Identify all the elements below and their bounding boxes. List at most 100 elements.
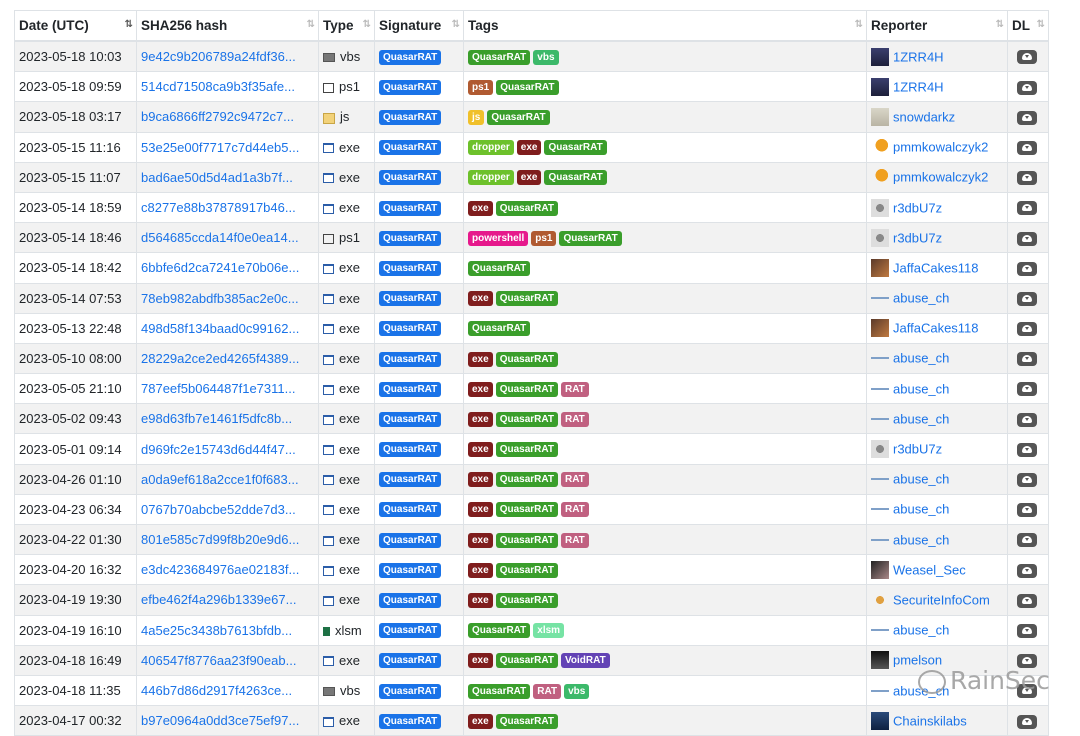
signature-badge[interactable]: QuasarRAT <box>379 713 442 729</box>
sha256-hash-link[interactable]: 28229a2ce2ed4265f4389... <box>141 351 299 366</box>
reporter-link[interactable]: abuse_ch <box>893 532 949 547</box>
signature-badge[interactable]: QuasarRAT <box>379 351 442 367</box>
signature-badge[interactable]: QuasarRAT <box>379 653 442 669</box>
reporter-link[interactable]: 1ZRR4H <box>893 49 944 64</box>
tag-badge[interactable]: QuasarRAT <box>468 623 531 639</box>
tag-badge[interactable]: exe <box>468 532 493 548</box>
reporter-link[interactable]: Weasel_Sec <box>893 562 966 577</box>
reporter-link[interactable]: abuse_ch <box>893 351 949 366</box>
tag-badge[interactable]: QuasarRAT <box>495 472 558 488</box>
sha256-hash-link[interactable]: b97e0964a0dd3ce75ef97... <box>141 713 299 728</box>
col-header-reporter[interactable]: Reporter ⇅ <box>866 10 1008 42</box>
tag-badge[interactable]: QuasarRAT <box>496 79 559 95</box>
tag-badge[interactable]: ps1 <box>531 230 557 246</box>
signature-badge[interactable]: QuasarRAT <box>379 260 442 276</box>
tag-badge[interactable]: exe <box>468 562 493 578</box>
tag-badge[interactable]: QuasarRAT <box>495 381 558 397</box>
tag-badge[interactable]: QuasarRAT <box>495 411 558 427</box>
reporter-link[interactable]: abuse_ch <box>893 291 949 306</box>
sha256-hash-link[interactable]: 446b7d86d2917f4263ce... <box>141 683 292 698</box>
tag-badge[interactable]: QuasarRAT <box>468 49 531 65</box>
tag-badge[interactable]: dropper <box>468 140 514 156</box>
cloud-download-icon[interactable] <box>1017 563 1037 578</box>
tag-badge[interactable]: RAT <box>560 472 589 488</box>
sha256-hash-link[interactable]: d564685ccda14f0e0ea14... <box>141 230 299 245</box>
sha256-hash-link[interactable]: c8277e88b37878917b46... <box>141 200 296 215</box>
col-header-tags[interactable]: Tags ⇅ <box>463 10 867 42</box>
signature-badge[interactable]: QuasarRAT <box>379 140 442 156</box>
reporter-link[interactable]: pmmkowalczyk2 <box>893 140 988 155</box>
tag-badge[interactable]: exe <box>516 170 542 186</box>
col-header-dl[interactable]: DL ⇅ <box>1007 10 1049 42</box>
reporter-link[interactable]: abuse_ch <box>893 411 949 426</box>
signature-badge[interactable]: QuasarRAT <box>379 683 442 699</box>
col-header-signature[interactable]: Signature ⇅ <box>374 10 464 42</box>
cloud-download-icon[interactable] <box>1017 714 1037 729</box>
sort-icon[interactable]: ⇅ <box>363 19 372 30</box>
cloud-download-icon[interactable] <box>1017 201 1037 216</box>
tag-badge[interactable]: QuasarRAT <box>495 532 558 548</box>
reporter-link[interactable]: pmmkowalczyk2 <box>893 170 988 185</box>
sha256-hash-link[interactable]: 78eb982abdfb385ac2e0c... <box>141 291 299 306</box>
signature-badge[interactable]: QuasarRAT <box>379 110 442 125</box>
signature-badge[interactable]: QuasarRAT <box>379 381 442 397</box>
sha256-hash-link[interactable]: 4a5e25c3438b7613bfdb... <box>141 623 292 638</box>
tag-badge[interactable]: vbs <box>533 49 559 65</box>
reporter-link[interactable]: SecuriteInfoCom <box>893 592 990 607</box>
reporter-link[interactable]: JaffaCakes118 <box>893 260 979 275</box>
tag-badge[interactable]: exe <box>468 291 493 307</box>
tag-badge[interactable]: QuasarRAT <box>495 593 558 608</box>
col-header-date[interactable]: Date (UTC) ⇅ <box>14 10 137 42</box>
reporter-link[interactable]: abuse_ch <box>893 623 949 638</box>
sort-icon[interactable]: ⇅ <box>855 19 864 30</box>
tag-badge[interactable]: exe <box>468 653 493 669</box>
sha256-hash-link[interactable]: 6bbfe6d2ca7241e70b06e... <box>141 260 299 275</box>
tag-badge[interactable]: QuasarRAT <box>495 351 558 367</box>
cloud-download-icon[interactable] <box>1017 231 1037 246</box>
cloud-download-icon[interactable] <box>1017 80 1037 95</box>
reporter-link[interactable]: r3dbU7z <box>893 230 942 245</box>
cloud-download-icon[interactable] <box>1017 593 1037 608</box>
tag-badge[interactable]: exe <box>468 351 493 367</box>
tag-badge[interactable]: QuasarRAT <box>495 200 558 216</box>
tag-badge[interactable]: vbs <box>564 683 590 699</box>
signature-badge[interactable]: QuasarRAT <box>379 49 442 65</box>
signature-badge[interactable]: QuasarRAT <box>379 79 442 95</box>
reporter-link[interactable]: Chainskilabs <box>893 713 967 728</box>
tag-badge[interactable]: RAT <box>560 411 589 427</box>
tag-badge[interactable]: RAT <box>533 683 562 699</box>
tag-badge[interactable]: exe <box>468 411 493 427</box>
sha256-hash-link[interactable]: b9ca6866ff2792c9472c7... <box>141 109 294 124</box>
sha256-hash-link[interactable]: e3dc423684976ae02183f... <box>141 562 299 577</box>
sort-icon[interactable]: ⇅ <box>1037 19 1046 30</box>
sha256-hash-link[interactable]: bad6ae50d5d4ad1a3b7f... <box>141 170 293 185</box>
sha256-hash-link[interactable]: 53e25e00f7717c7d44eb5... <box>141 140 299 155</box>
tag-badge[interactable]: QuasarRAT <box>468 683 531 699</box>
reporter-link[interactable]: abuse_ch <box>893 502 949 517</box>
signature-badge[interactable]: QuasarRAT <box>379 411 442 427</box>
sha256-hash-link[interactable]: e98d63fb7e1461f5dfc8b... <box>141 411 292 426</box>
signature-badge[interactable]: QuasarRAT <box>379 593 442 608</box>
cloud-download-icon[interactable] <box>1017 442 1037 457</box>
signature-badge[interactable]: QuasarRAT <box>379 623 442 639</box>
cloud-download-icon[interactable] <box>1017 261 1037 276</box>
signature-badge[interactable]: QuasarRAT <box>379 200 442 216</box>
tag-badge[interactable]: QuasarRAT <box>544 140 607 156</box>
tag-badge[interactable]: exe <box>516 140 542 156</box>
cloud-download-icon[interactable] <box>1017 352 1037 367</box>
tag-badge[interactable]: exe <box>468 593 493 608</box>
signature-badge[interactable]: QuasarRAT <box>379 170 442 186</box>
signature-badge[interactable]: QuasarRAT <box>379 532 442 548</box>
tag-badge[interactable]: QuasarRAT <box>544 170 607 186</box>
tag-badge[interactable]: QuasarRAT <box>495 502 558 518</box>
cloud-download-icon[interactable] <box>1017 533 1037 548</box>
tag-badge[interactable]: exe <box>468 381 493 397</box>
reporter-link[interactable]: abuse_ch <box>893 381 949 396</box>
reporter-link[interactable]: r3dbU7z <box>893 200 942 215</box>
cloud-download-icon[interactable] <box>1017 291 1037 306</box>
tag-badge[interactable]: VoidRAT <box>560 653 610 669</box>
signature-badge[interactable]: QuasarRAT <box>379 291 442 307</box>
sha256-hash-link[interactable]: d969fc2e15743d6d44f47... <box>141 442 296 457</box>
tag-badge[interactable]: powershell <box>468 230 529 246</box>
reporter-link[interactable]: abuse_ch <box>893 472 949 487</box>
